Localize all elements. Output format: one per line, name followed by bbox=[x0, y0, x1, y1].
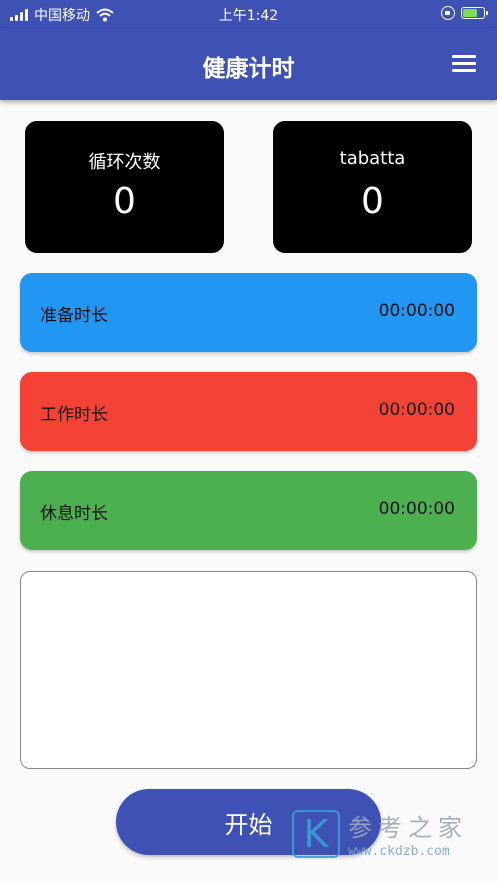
prepare-duration-row[interactable]: 准备时长 00:00:00 bbox=[20, 273, 477, 352]
status-time: 上午1:42 bbox=[218, 8, 279, 24]
notes-textarea[interactable] bbox=[20, 571, 477, 769]
menu-button[interactable] bbox=[449, 50, 479, 76]
cycle-count-label: 循环次数 bbox=[88, 152, 161, 173]
work-duration-label: 工作时长 bbox=[40, 405, 108, 425]
watermark-url: www.ckdzb.com bbox=[348, 844, 450, 859]
tabata-count-card: tabatta 0 bbox=[273, 121, 472, 253]
hamburger-menu-icon[interactable] bbox=[452, 55, 476, 73]
prepare-duration-value: 00:00:00 bbox=[378, 301, 455, 321]
cycle-count-value: 0 bbox=[113, 181, 136, 222]
watermark: K 参考之家 www.ckdzb.com bbox=[292, 808, 494, 864]
page-title: 健康计时 bbox=[202, 56, 295, 82]
app-bar: 健康计时 bbox=[0, 28, 497, 100]
rest-duration-label: 休息时长 bbox=[40, 504, 108, 524]
watermark-logo-icon: K bbox=[292, 810, 340, 858]
rotation-lock-icon bbox=[441, 6, 455, 20]
status-bar: 中国移动 上午1:42 bbox=[0, 0, 497, 28]
work-duration-row[interactable]: 工作时长 00:00:00 bbox=[20, 372, 477, 451]
watermark-name: 参考之家 bbox=[348, 814, 468, 842]
work-duration-value: 00:00:00 bbox=[378, 400, 455, 420]
rest-duration-row[interactable]: 休息时长 00:00:00 bbox=[20, 471, 477, 550]
status-right bbox=[441, 6, 488, 20]
tabata-count-value: 0 bbox=[361, 181, 384, 222]
tabata-count-label: tabatta bbox=[339, 148, 406, 169]
battery-charging-icon bbox=[461, 7, 488, 19]
prepare-duration-label: 准备时长 bbox=[40, 306, 108, 326]
cycle-count-card: 循环次数 0 bbox=[25, 121, 224, 253]
rest-duration-value: 00:00:00 bbox=[378, 499, 455, 519]
